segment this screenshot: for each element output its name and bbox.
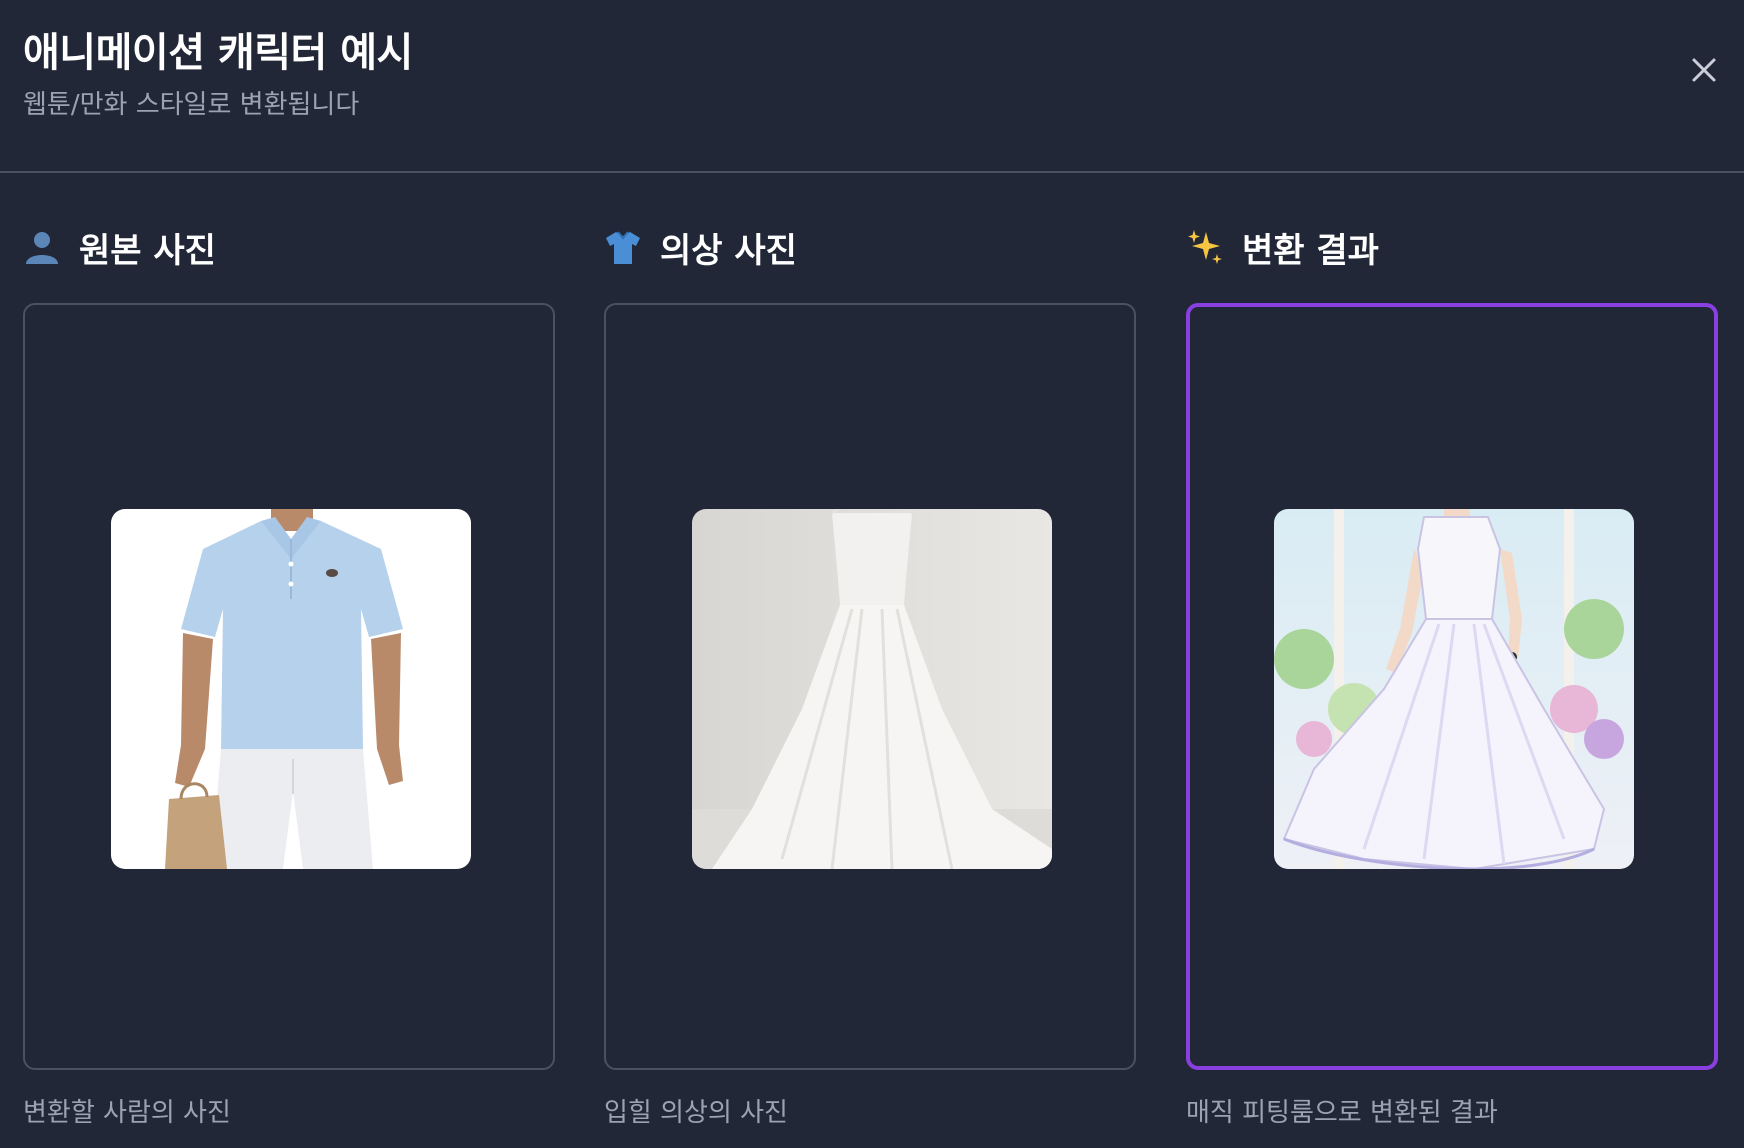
outfit-photo-card[interactable]: [604, 303, 1136, 1070]
t-shirt-icon: [606, 231, 640, 264]
dialog-header: 애니메이션 캐릭터 예시 웹툰/만화 스타일로 변환됩니다: [0, 0, 1744, 173]
outfit-photo: [692, 509, 1052, 869]
dialog-title: 애니메이션 캐릭터 예시: [23, 30, 413, 76]
sparkles-icon: [1188, 230, 1222, 264]
column-result-title: 변환 결과: [1242, 230, 1379, 271]
column-result-label: 변환 결과: [1186, 222, 1379, 272]
close-button[interactable]: [1684, 50, 1724, 90]
column-outfit-title: 의상 사진: [660, 230, 797, 271]
column-outfit-label: 의상 사진: [604, 222, 797, 272]
column-original-caption: 변환할 사람의 사진: [23, 1098, 231, 1128]
original-photo: [111, 509, 471, 869]
result-image-card[interactable]: [1186, 303, 1718, 1070]
column-original-title: 원본 사진: [79, 230, 216, 271]
column-result-caption: 매직 피팅룸으로 변환된 결과: [1186, 1098, 1498, 1128]
original-photo-card[interactable]: [23, 303, 555, 1070]
result-image: [1274, 509, 1634, 869]
person-silhouette-icon: [26, 232, 58, 264]
column-outfit-caption: 입힐 의상의 사진: [604, 1098, 788, 1128]
column-original-label: 원본 사진: [23, 222, 216, 272]
dialog-subtitle: 웹툰/만화 스타일로 변환됩니다: [23, 90, 360, 120]
close-icon: [1692, 58, 1716, 82]
